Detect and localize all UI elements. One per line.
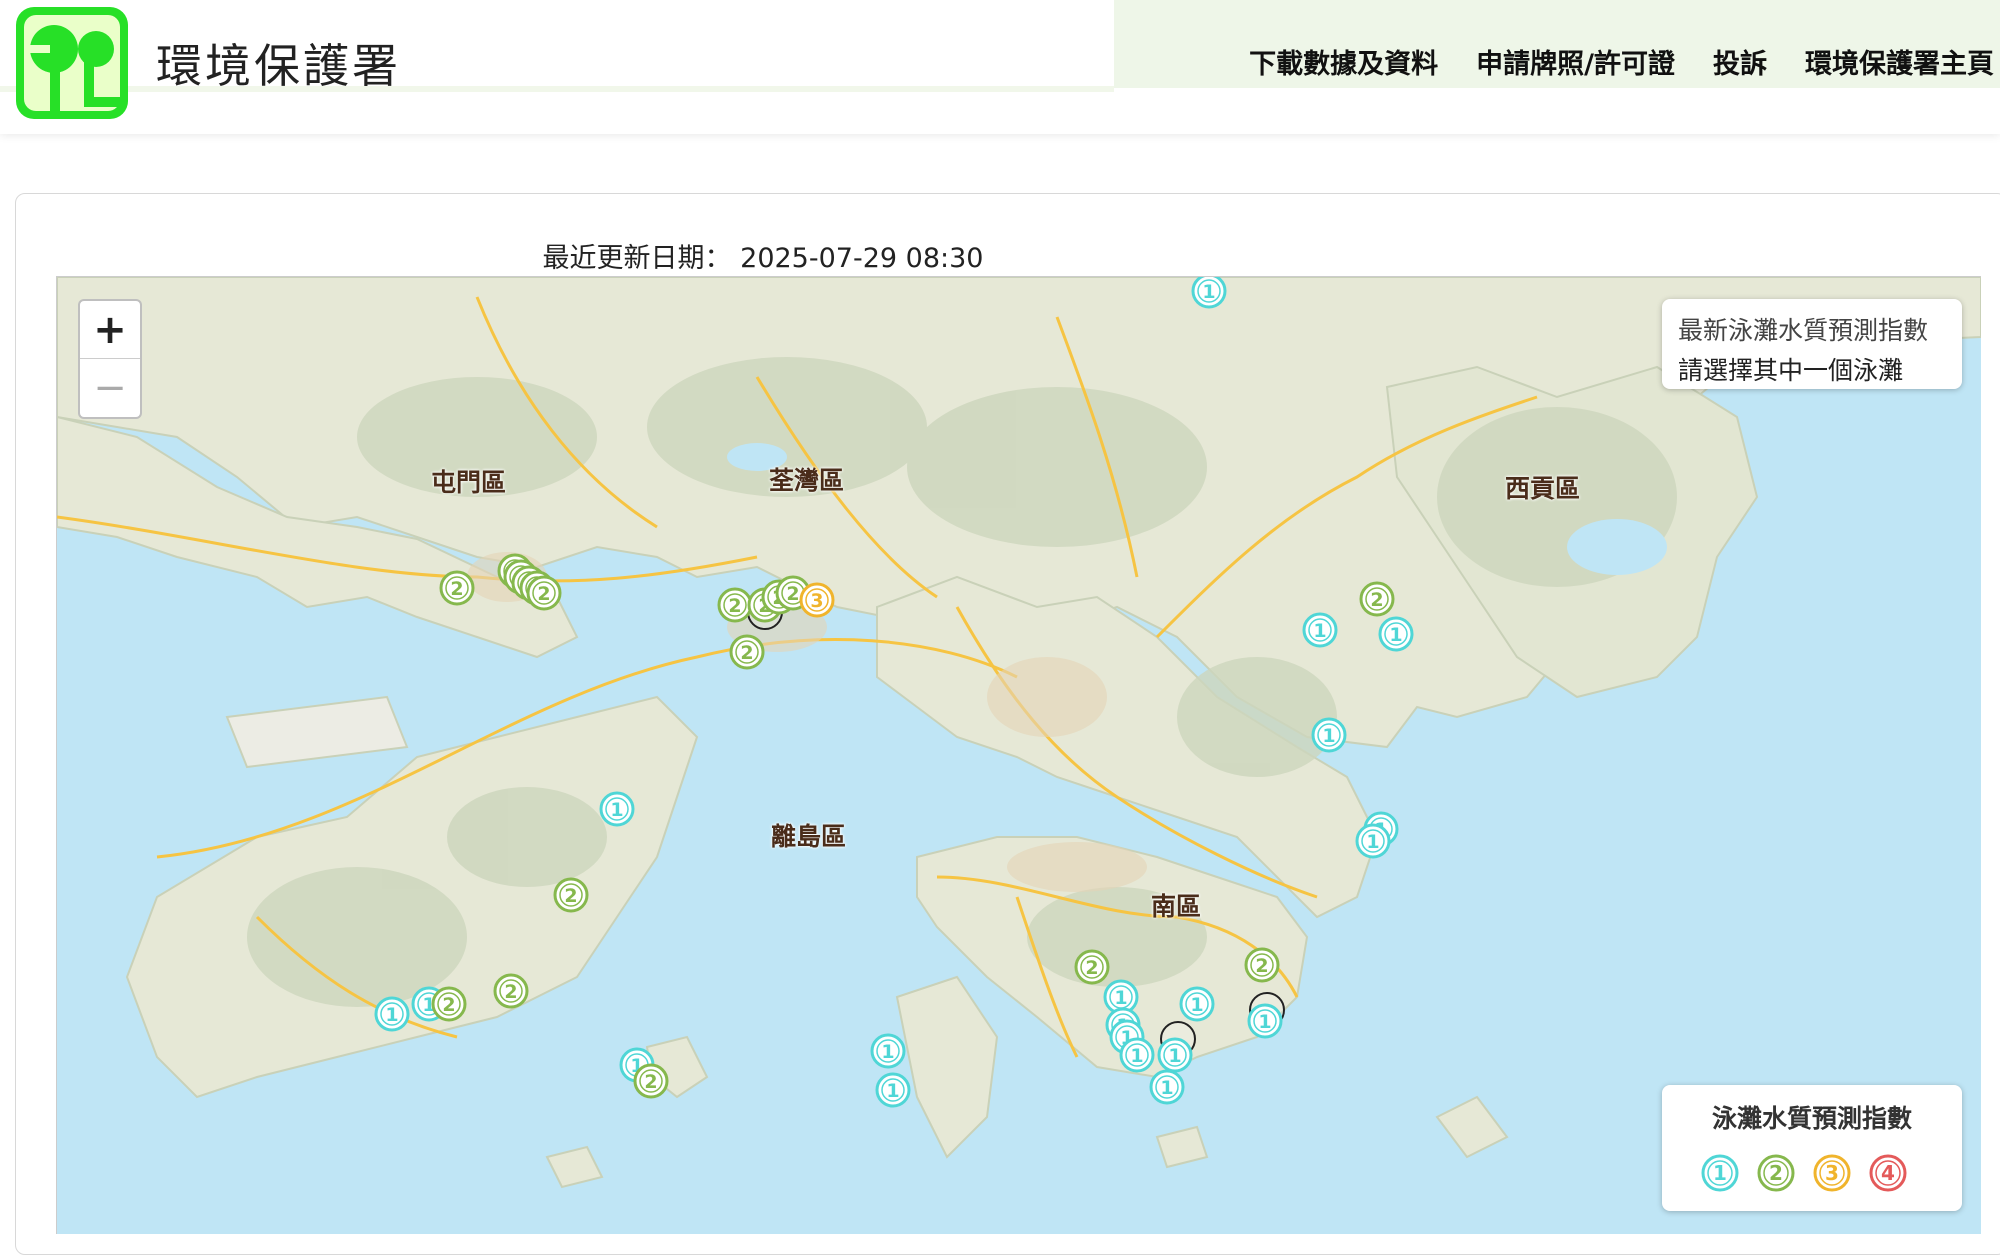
legend-index-2: 2	[1756, 1153, 1796, 1193]
beach-marker-label: 2	[564, 885, 577, 907]
beach-marker-label: 2	[504, 981, 517, 1003]
beach-marker-index-1[interactable]: 1	[1157, 1037, 1193, 1073]
zoom-in-button[interactable]: +	[80, 301, 140, 359]
legend-index-4: 4	[1868, 1153, 1908, 1193]
beach-marker-index-1[interactable]: 1	[599, 791, 635, 827]
beach-marker-index-1[interactable]: 1	[870, 1033, 906, 1069]
beach-marker-label: 2	[537, 583, 550, 605]
beach-marker-index-2[interactable]: 2	[493, 973, 529, 1009]
beach-marker-label: 2	[1255, 955, 1268, 977]
nav-apply-licence[interactable]: 申請牌照/許可證	[1476, 42, 1675, 81]
zoom-control: + −	[78, 299, 142, 419]
beach-marker-index-1[interactable]: 1	[1302, 612, 1338, 648]
legend-index-3-text: 3	[1825, 1161, 1839, 1185]
beach-marker-label: 2	[644, 1071, 657, 1093]
beach-marker-index-2[interactable]: 2	[1359, 581, 1395, 617]
last-updated-value: 2025-07-29 08:30	[740, 243, 983, 274]
beach-marker-label: 1	[1313, 620, 1326, 642]
last-updated-label: 最近更新日期：	[543, 243, 732, 274]
nav-complaints[interactable]: 投訴	[1713, 42, 1767, 81]
beach-marker-label: 1	[1190, 994, 1203, 1016]
legend-index-1: 1	[1700, 1153, 1740, 1193]
legend-index-1-text: 1	[1713, 1161, 1727, 1185]
beach-marker-label: 1	[1366, 831, 1379, 853]
nav-download-data[interactable]: 下載數據及資料	[1249, 42, 1438, 81]
district-label-islands: 離島區	[771, 817, 846, 853]
legend-index-4-text: 4	[1881, 1161, 1895, 1185]
zoom-out-button[interactable]: −	[80, 359, 140, 416]
beach-marker-label: 2	[740, 642, 753, 664]
beach-marker-index-1[interactable]: 1	[1378, 616, 1414, 652]
beach-marker-label: 3	[810, 590, 823, 612]
beach-marker-index-1[interactable]: 1	[1355, 823, 1391, 859]
beach-marker-label: 1	[1114, 987, 1127, 1009]
beach-marker-label: 2	[1085, 957, 1098, 979]
beach-marker-index-2[interactable]: 2	[439, 570, 475, 606]
beach-marker-index-1[interactable]: 1	[1149, 1069, 1185, 1105]
beach-marker-index-2[interactable]: 2	[633, 1063, 669, 1099]
site-header: 環境保護署 下載數據及資料 申請牌照/許可證 投訴 環境保護署主頁	[0, 0, 2000, 134]
beach-marker-label: 1	[1202, 281, 1215, 303]
beach-marker-index-1[interactable]: 1	[1179, 986, 1215, 1022]
info-title: 最新泳灘水質預測指數	[1678, 311, 1946, 351]
beach-marker-label: 2	[786, 583, 799, 605]
beach-marker-label: 2	[442, 994, 455, 1016]
legend-title: 泳灘水質預測指數	[1662, 1099, 1962, 1135]
last-updated: 最近更新日期： 2025-07-29 08:30	[0, 236, 1526, 275]
legend-index-2-text: 2	[1769, 1161, 1783, 1185]
beach-marker-index-2[interactable]: 2	[729, 634, 765, 670]
beach-marker-label: 1	[1258, 1011, 1271, 1033]
beach-marker-label: 1	[1130, 1045, 1143, 1067]
beach-marker-label: 2	[728, 595, 741, 617]
beach-marker-label: 1	[1389, 624, 1402, 646]
beach-marker-label: 2	[1370, 589, 1383, 611]
beach-marker-index-3[interactable]: 3	[799, 582, 835, 618]
beach-marker-label: 1	[881, 1041, 894, 1063]
beach-marker-label: 1	[385, 1004, 398, 1026]
info-instruction: 請選擇其中一個泳灘	[1678, 351, 1946, 391]
beach-marker-index-1[interactable]: 1	[1119, 1037, 1155, 1073]
district-label-tsuen-wan: 荃灣區	[769, 461, 844, 497]
beach-marker-index-1[interactable]: 1	[1247, 1003, 1283, 1039]
legend-items: 1 2 3 4	[1700, 1153, 1908, 1193]
beach-marker-label: 1	[886, 1080, 899, 1102]
beach-marker-index-2[interactable]: 2	[553, 877, 589, 913]
top-nav: 下載數據及資料 申請牌照/許可證 投訴 環境保護署主頁	[1249, 42, 1994, 81]
beach-marker-label: 2	[450, 578, 463, 600]
beach-marker-label: 1	[1322, 725, 1335, 747]
reservoir-1	[1567, 519, 1667, 575]
info-box: 最新泳灘水質預測指數 請選擇其中一個泳灘	[1662, 299, 1962, 389]
beach-marker-label: 1	[1160, 1077, 1173, 1099]
beach-map[interactable]: 屯門區 荃灣區 西貢區 離島區 南區 122222222223221111112…	[56, 276, 1981, 1234]
beach-marker-index-1[interactable]: 1	[1311, 717, 1347, 753]
district-label-sai-kung: 西貢區	[1505, 469, 1580, 505]
beach-marker-label: 1	[610, 799, 623, 821]
beach-marker-index-2[interactable]: 2	[1244, 947, 1280, 983]
legend-index-3: 3	[1812, 1153, 1852, 1193]
beach-marker-index-1[interactable]: 1	[1191, 276, 1227, 309]
epd-logo-icon[interactable]	[14, 5, 130, 121]
nav-epd-home[interactable]: 環境保護署主頁	[1805, 42, 1994, 81]
beach-marker-index-2[interactable]: 2	[431, 986, 467, 1022]
legend: 泳灘水質預測指數 1 2 3 4	[1662, 1085, 1962, 1211]
beach-marker-index-1[interactable]: 1	[374, 996, 410, 1032]
site-title: 環境保護署	[156, 30, 401, 96]
beach-marker-index-1[interactable]: 1	[875, 1072, 911, 1108]
district-label-southern: 南區	[1151, 887, 1201, 923]
beach-marker-index-2[interactable]: 2	[526, 575, 562, 611]
beach-marker-label: 1	[1168, 1045, 1181, 1067]
district-label-tuen-mun: 屯門區	[431, 463, 506, 499]
